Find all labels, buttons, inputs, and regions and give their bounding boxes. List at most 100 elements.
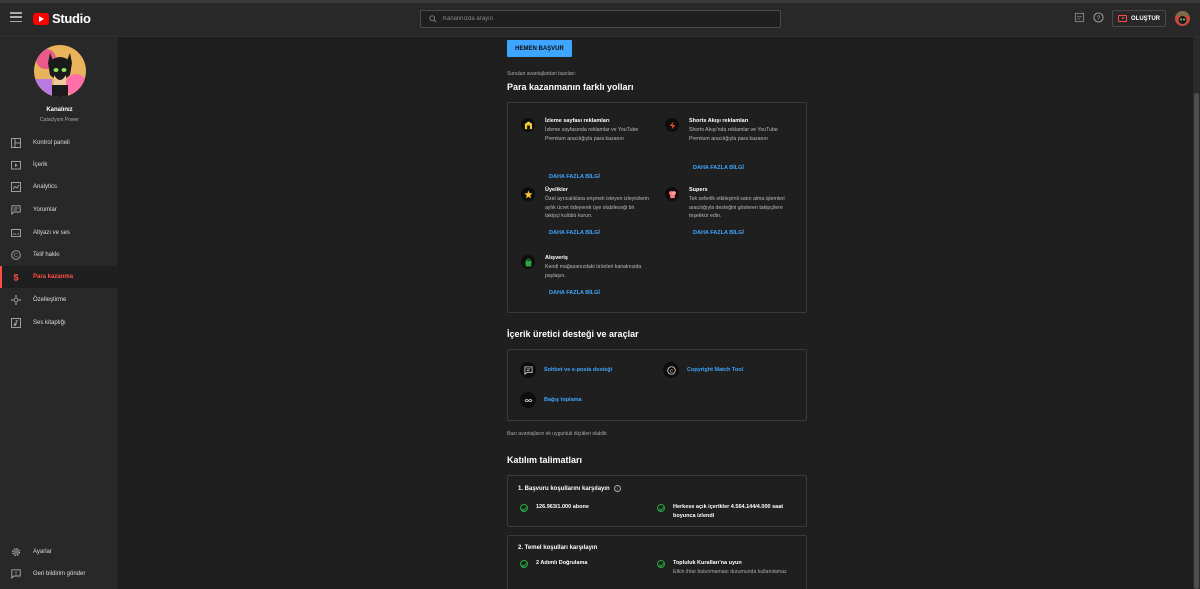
fundraising-icon [520,392,536,408]
creator-tools-card: Sohbet ve e-posta desteği C Copyright Ma… [507,349,807,421]
watch-page-ads-icon [521,118,535,132]
feature-description: Shorts Akışı'nda reklamlar ve YouTube Pr… [689,127,778,142]
step2-card: 2. Temel koşulları karşılayın 2 Adımlı D… [507,535,807,589]
sidebar-item-label: Ses kitaplığı [33,320,66,326]
help-icon[interactable]: ? [1093,12,1104,23]
account-avatar[interactable] [1175,11,1190,26]
shorts-ads-icon [665,118,679,132]
channel-subtitle: Cataclysm Power [40,117,79,123]
channel-avatar[interactable] [34,45,86,97]
create-button-label: OLUŞTUR [1131,15,1160,22]
video-camera-icon [1118,15,1127,22]
search-box[interactable] [420,10,781,28]
sidebar-item-subtitles[interactable]: Altyazı ve ses [0,222,119,244]
search-icon [429,15,437,23]
feature-description: Kendi mağazanızdaki ürünleri kanalınızda… [545,264,642,279]
top-bar: Studio ? OLUŞTUR [0,0,1200,37]
youtube-logo-icon [33,12,49,25]
sidebar-item-label: İçerik [33,162,48,168]
analytics-icon [11,182,21,192]
sidebar-item-label: Özelleştirme [33,297,67,303]
requirement-text: 126.963/1.000 abone [536,504,589,510]
join-instructions-title: Katılım talimatları [507,455,583,465]
svg-text:C: C [669,368,673,374]
monetization-icon: $ [11,272,21,283]
requirement-subtext: Etkin ihtar bulunmaması durumunda kullan… [673,569,787,575]
sidebar-item-feedback[interactable]: Geri bildirim gönder [0,563,119,585]
step1-title: 1. Başvuru koşullarını karşılayın i [518,485,621,492]
check-icon [657,504,665,512]
copyright-icon: C [11,250,21,260]
channel-name: Kanalınız [46,107,73,113]
svg-text:?: ? [1097,15,1101,22]
sidebar-item-copyright[interactable]: C Telif hakkı [0,244,119,266]
feedback-icon [11,569,21,579]
svg-text:$: $ [13,273,18,283]
content-icon [11,160,21,170]
chat-email-support-link[interactable]: Sohbet ve e-posta desteği [520,362,612,378]
benefits-intro: Sunulan avantajlardan bazıları: [507,71,576,77]
dashboard-icon [11,138,21,148]
step2-title-text: 2. Temel koşulları karşılayın [518,545,598,551]
learn-more-link[interactable]: DAHA FAZLA BİLGİ [693,230,744,236]
shopping-icon [521,255,535,269]
sidebar-item-comments[interactable]: Yorumlar [0,199,119,221]
settings-icon [11,547,21,557]
feature-title: Shorts Akışı reklamları [689,118,749,124]
info-icon[interactable]: i [613,485,621,492]
customization-icon [11,295,21,305]
sidebar-item-label: Telif hakkı [33,252,60,258]
create-button[interactable]: OLUŞTUR [1112,10,1166,27]
check-icon [520,504,528,512]
sidebar-item-label: Geri bildirim gönder [33,571,86,577]
sidebar-item-settings[interactable]: Ayarlar [0,541,119,563]
audio-library-icon [11,318,21,328]
scrollbar-thumb[interactable] [1194,93,1199,589]
feature-description: Özel ayrıcalıklara erişmek isteyen izley… [545,196,650,220]
requirement-text: Topluluk Kuralları'na uyun [673,560,742,566]
feature-title: Supers [689,187,708,193]
step1-card: 1. Başvuru koşullarını karşılayın i 126.… [507,475,807,527]
check-icon [657,560,665,568]
monetization-features-card: İzleme sayfası reklamları İzleme sayfası… [507,102,807,313]
copyright-match-tool-link[interactable]: C Copyright Match Tool [663,362,743,378]
requirement-text: 2 Adımlı Doğrulama [536,560,588,566]
sidebar-item-analytics[interactable]: Analytics [0,176,119,198]
sidebar-item-monetization[interactable]: $ Para kazanma [0,266,119,288]
comments-icon [11,205,21,215]
sidebar-item-label: Analytics [33,184,58,190]
sidebar-item-dashboard[interactable]: Kontrol paneli [0,132,119,154]
learn-more-link[interactable]: DAHA FAZLA BİLGİ [549,290,600,296]
feature-description: İzleme sayfasında reklamlar ve YouTube P… [545,127,639,142]
tool-label: Sohbet ve e-posta desteği [544,367,613,373]
hamburger-menu-icon[interactable] [10,12,22,23]
eligibility-note: Bazı avantajların ek uygunluk ölçütleri … [507,431,608,437]
apply-now-button[interactable]: HEMEN BAŞVUR [507,40,572,57]
learn-more-link[interactable]: DAHA FAZLA BİLGİ [549,230,600,236]
feature-description: Tek seferlik etkileşimli satın alma işle… [689,196,785,220]
fundraising-link[interactable]: Bağış toplama [520,392,582,408]
search-input[interactable] [443,16,743,22]
requirement-text: Herkese açık içerikler 4.564.144/4.000 s… [673,504,784,519]
tool-label: Copyright Match Tool [687,367,744,373]
app-name: Studio [52,11,91,26]
youtube-studio-logo[interactable]: Studio [33,11,91,26]
sidebar-item-customization[interactable]: Özelleştirme [0,289,119,311]
sidebar-item-content[interactable]: İçerik [0,154,119,176]
tool-label: Bağış toplama [544,397,582,403]
scrollbar[interactable] [1193,37,1200,589]
window-edge [0,0,1200,3]
supers-icon [665,187,679,201]
learn-more-link[interactable]: DAHA FAZLA BİLGİ [549,174,600,180]
creator-support-title: İçerik üretici desteği ve araçlar [507,329,639,339]
feature-title: İzleme sayfası reklamları [545,118,610,124]
sidebar-item-label: Ayarlar [33,549,52,555]
subtitles-request-icon[interactable] [1074,12,1085,23]
feature-title: Üyelikler [545,187,568,193]
memberships-icon [521,187,535,201]
sidebar-item-audio-library[interactable]: Ses kitaplığı [0,312,119,334]
learn-more-link[interactable]: DAHA FAZLA BİLGİ [693,165,744,171]
svg-text:C: C [14,253,18,259]
sidebar: Kanalınız Cataclysm Power Kontrol paneli… [0,37,119,589]
copyright-match-icon: C [663,362,679,378]
